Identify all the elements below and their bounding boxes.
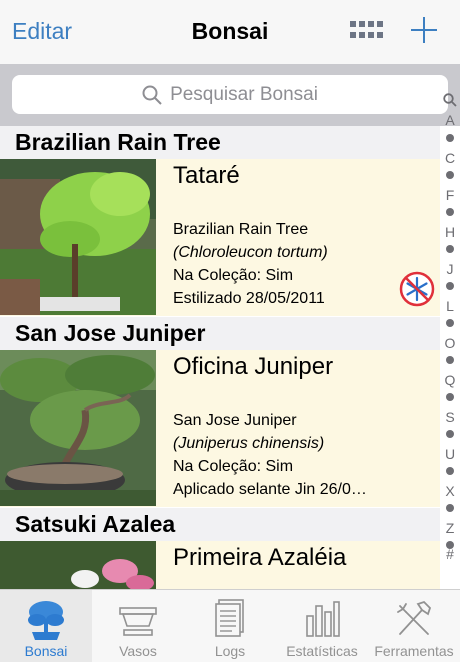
collection-status: Na Coleção: Sim	[173, 458, 294, 475]
add-icon[interactable]	[408, 14, 440, 46]
search-input[interactable]: Pesquisar Bonsai	[12, 75, 448, 114]
index-letter[interactable]: L	[440, 298, 460, 314]
index-letter[interactable]: Z	[440, 520, 460, 536]
last-event: Estilizado 28/05/2011	[173, 290, 325, 307]
tab-bonsai[interactable]: Bonsai	[0, 590, 92, 662]
index-letter[interactable]: H	[440, 224, 460, 240]
bar-chart-icon	[306, 601, 340, 637]
nav-bar: Editar Bonsai	[0, 0, 460, 64]
tab-estatisticas[interactable]: Estatísticas	[276, 590, 368, 662]
section-title: Brazilian Rain Tree	[15, 129, 221, 155]
section-header: San Jose Juniper	[0, 317, 440, 350]
index-letter[interactable]: O	[440, 335, 460, 351]
index-dot[interactable]	[446, 467, 454, 475]
index-dot[interactable]	[446, 356, 454, 364]
tab-logs[interactable]: Logs	[184, 590, 276, 662]
bonsai-photo	[0, 350, 156, 506]
index-letter[interactable]: U	[440, 446, 460, 462]
index-letter[interactable]: F	[440, 187, 460, 203]
index-dot[interactable]	[446, 245, 454, 253]
bonsai-name: Oficina Juniper	[173, 353, 334, 380]
tab-label: Logs	[214, 643, 246, 659]
species-name: Brazilian Rain Tree	[173, 221, 309, 238]
tree-icon	[28, 601, 64, 640]
index-dot[interactable]	[446, 430, 454, 438]
index-letter[interactable]: Q	[440, 372, 460, 388]
index-dot[interactable]	[446, 504, 454, 512]
search-placeholder: Pesquisar Bonsai	[170, 83, 318, 105]
search-icon[interactable]	[443, 93, 457, 107]
section-title: Satsuki Azalea	[15, 511, 176, 537]
index-letter[interactable]: #	[440, 546, 460, 562]
tab-label: Ferramentas	[374, 643, 454, 659]
tab-bar: Bonsai Vasos Logs Estatísticas Ferrament…	[0, 589, 460, 662]
collection-status: Na Coleção: Sim	[173, 267, 294, 284]
tab-vasos[interactable]: Vasos	[92, 590, 184, 662]
bonsai-name: Tataré	[173, 162, 240, 189]
logs-icon	[215, 599, 244, 637]
tab-ferramentas[interactable]: Ferramentas	[368, 590, 460, 662]
list-item[interactable]: Tataré Brazilian Rain Tree (Chloroleucon…	[0, 159, 440, 316]
section-header: Brazilian Rain Tree	[0, 126, 440, 159]
bonsai-photo	[0, 159, 156, 315]
index-letter[interactable]: S	[440, 409, 460, 425]
list-item[interactable]: Oficina Juniper San Jose Juniper (Junipe…	[0, 350, 440, 507]
index-dot[interactable]	[446, 393, 454, 401]
list-item[interactable]: Primeira Azaléia	[0, 541, 440, 589]
tab-label: Vasos	[119, 643, 157, 659]
tab-label: Estatísticas	[286, 643, 358, 659]
section-index[interactable]: A C F H J L O Q S U X Z #	[440, 90, 460, 570]
section-title: San Jose Juniper	[15, 320, 206, 346]
last-event: Aplicado selante Jin 26/0…	[173, 481, 367, 498]
search-icon	[142, 85, 162, 105]
latin-name: (Chloroleucon tortum)	[173, 244, 328, 261]
index-letter[interactable]: A	[440, 112, 460, 128]
latin-name: (Juniperus chinensis)	[173, 435, 325, 452]
species-name: San Jose Juniper	[173, 412, 297, 429]
index-letter[interactable]: C	[440, 150, 460, 166]
index-dot[interactable]	[446, 319, 454, 327]
bonsai-photo	[0, 541, 156, 589]
search-bar: Pesquisar Bonsai	[0, 64, 460, 126]
index-dot[interactable]	[446, 282, 454, 290]
tools-icon	[397, 600, 432, 635]
section-header: Satsuki Azalea	[0, 508, 440, 541]
bonsai-name: Primeira Azaléia	[173, 544, 347, 571]
index-letter[interactable]: X	[440, 483, 460, 499]
index-letter[interactable]: J	[440, 261, 460, 277]
snowflake-no-icon	[399, 271, 435, 307]
pot-icon	[119, 607, 157, 636]
page-title: Bonsai	[191, 18, 269, 44]
tab-label: Bonsai	[24, 643, 68, 659]
index-dot[interactable]	[446, 208, 454, 216]
grid-view-icon[interactable]	[350, 21, 384, 41]
index-dot[interactable]	[446, 134, 454, 142]
index-dot[interactable]	[446, 171, 454, 179]
